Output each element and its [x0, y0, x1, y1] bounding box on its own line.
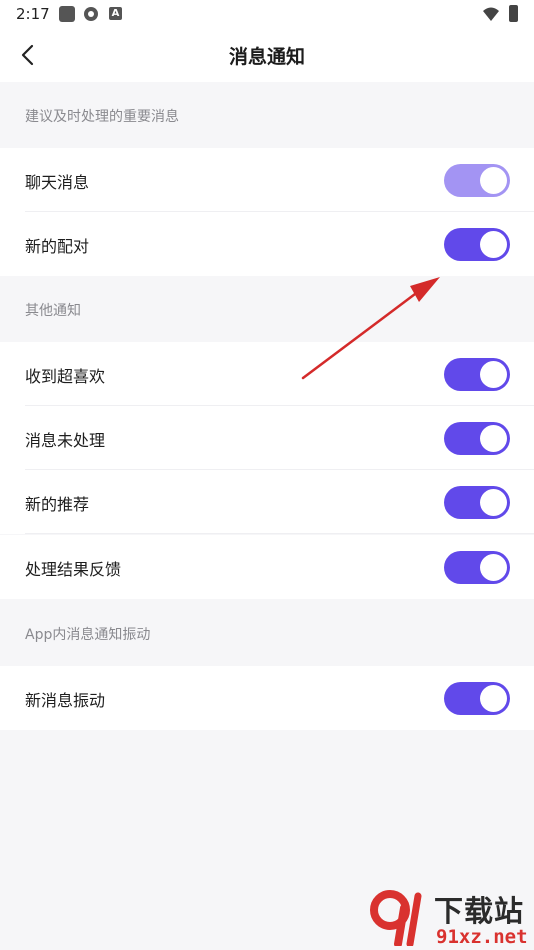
status-time: 2:17	[16, 5, 50, 23]
setting-label: 处理结果反馈	[25, 560, 122, 579]
battery-icon	[509, 5, 518, 22]
setting-label: 新的配对	[25, 237, 90, 256]
new-match-toggle[interactable]	[444, 228, 510, 261]
setting-row-unprocessed: 消息未处理	[0, 406, 534, 470]
section-label-other: 其他通知	[25, 303, 81, 319]
section-label-important: 建议及时处理的重要消息	[25, 109, 179, 125]
setting-row-vibration: 新消息振动	[0, 666, 534, 730]
toggle-knob	[480, 361, 507, 388]
notification-square-icon	[59, 6, 75, 22]
setting-label: 新的推荐	[25, 495, 90, 514]
setting-row-new-match: 新的配对	[0, 212, 534, 276]
vibration-toggle[interactable]	[444, 682, 510, 715]
setting-label: 收到超喜欢	[25, 367, 106, 386]
annotation-arrow-icon	[301, 277, 440, 380]
recommendation-toggle[interactable]	[444, 486, 510, 519]
setting-row-recommendation: 新的推荐	[0, 470, 534, 534]
page-title: 消息通知	[228, 46, 305, 68]
chat-messages-toggle[interactable]	[444, 164, 510, 197]
section-label-vibration: App内消息通知振动	[25, 627, 151, 643]
toggle-knob	[480, 554, 507, 581]
setting-label: 聊天消息	[25, 173, 90, 192]
setting-row-super-like: 收到超喜欢	[0, 342, 534, 406]
toggle-knob	[480, 489, 507, 516]
settings-gear-icon	[84, 7, 98, 21]
unprocessed-toggle[interactable]	[444, 422, 510, 455]
wifi-icon	[483, 7, 499, 21]
watermark-brand: 下载站	[434, 894, 525, 928]
row-divider	[25, 533, 534, 534]
header: 消息通知	[0, 30, 534, 82]
toggle-knob	[480, 425, 507, 452]
feedback-toggle[interactable]	[444, 551, 510, 584]
setting-row-chat-messages: 聊天消息	[0, 148, 534, 212]
toggle-knob	[480, 231, 507, 258]
toggle-knob	[480, 685, 507, 712]
setting-label: 消息未处理	[25, 431, 106, 450]
toggle-knob	[480, 167, 507, 194]
super-like-toggle[interactable]	[444, 358, 510, 391]
watermark-logo-icon	[370, 890, 422, 946]
watermark-url: 91xz.net	[436, 926, 528, 948]
setting-label: 新消息振动	[25, 691, 106, 710]
status-bar: 2:17 A	[0, 0, 534, 30]
setting-row-feedback: 处理结果反馈	[0, 535, 534, 599]
app-a-icon: A	[109, 7, 122, 20]
